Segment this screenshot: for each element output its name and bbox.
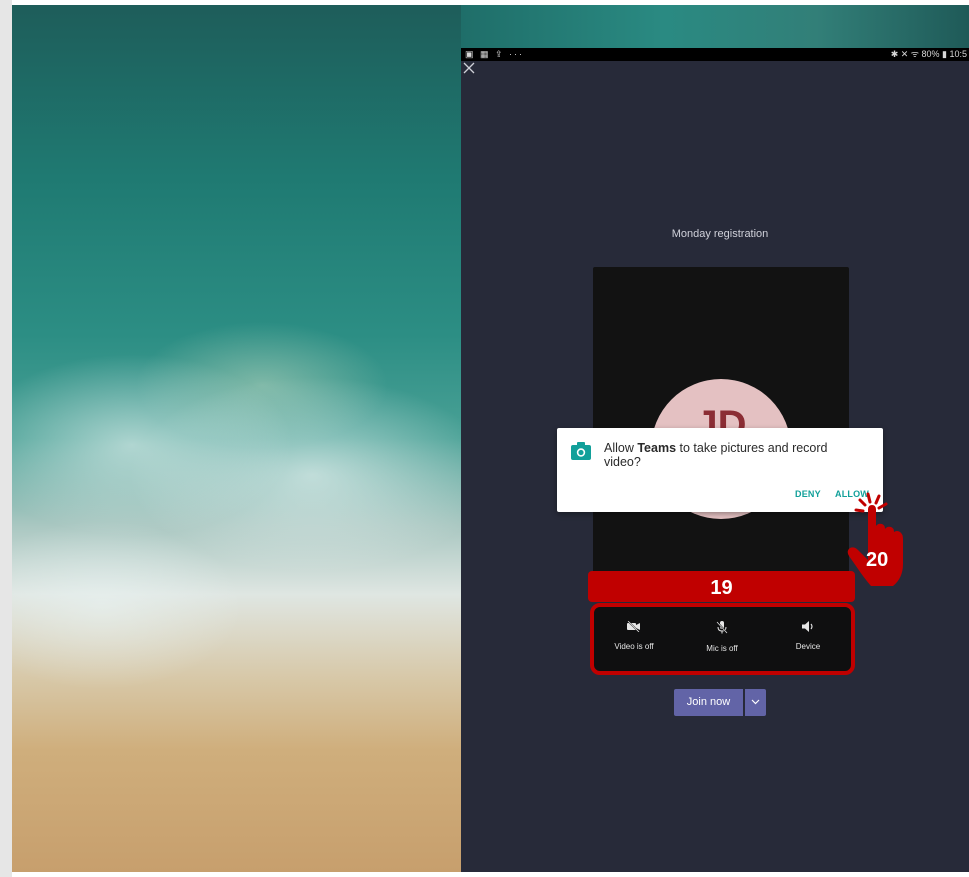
status-system-info: ✱ ✕ ᯤ 80% ▮ 10:5 xyxy=(890,49,967,59)
status-bar: ▣ ▦ ⇪ ··· ✱ ✕ ᯤ 80% ▮ 10:5 xyxy=(461,48,969,61)
status-notification-icons: ▣ ▦ ⇪ ··· xyxy=(465,49,525,59)
window-margin xyxy=(0,0,12,877)
close-icon[interactable] xyxy=(463,62,477,76)
tablet-screen: ▣ ▦ ⇪ ··· ✱ ✕ ᯤ 80% ▮ 10:5 Monday regist… xyxy=(461,48,969,872)
deny-button[interactable]: DENY xyxy=(795,489,821,499)
mic-toggle-button[interactable]: Mic is off xyxy=(682,621,762,653)
hand-pointer-icon xyxy=(847,492,903,586)
permission-text-prefix: Allow xyxy=(604,441,638,455)
camera-icon xyxy=(571,442,591,460)
camera-permission-dialog: Allow Teams to take pictures and record … xyxy=(557,428,883,512)
meeting-title: Monday registration xyxy=(671,228,769,240)
video-preview: JD xyxy=(593,267,849,577)
chevron-down-icon xyxy=(751,699,760,705)
permission-app-name: Teams xyxy=(637,441,677,455)
device-label: Device xyxy=(795,642,821,651)
step-19-callout: 19 xyxy=(588,571,855,602)
speaker-icon xyxy=(801,621,813,632)
device-controls: Video is off Mic is off Device xyxy=(590,603,855,675)
video-toggle-button[interactable]: Video is off xyxy=(594,621,674,651)
video-off-icon xyxy=(627,621,640,632)
mic-off-icon xyxy=(716,621,728,634)
mic-status-label: Mic is off xyxy=(706,644,738,653)
desktop-wallpaper-strip xyxy=(461,5,969,48)
join-options-dropdown[interactable] xyxy=(745,689,766,716)
join-now-button[interactable]: Join now xyxy=(674,689,743,716)
video-status-label: Video is off xyxy=(614,642,654,651)
step-20-number: 20 xyxy=(866,549,889,571)
step-19-number: 19 xyxy=(710,577,733,599)
desktop-wallpaper xyxy=(12,5,461,872)
device-button[interactable]: Device xyxy=(768,621,848,651)
permission-message: Allow Teams to take pictures and record … xyxy=(604,441,864,469)
